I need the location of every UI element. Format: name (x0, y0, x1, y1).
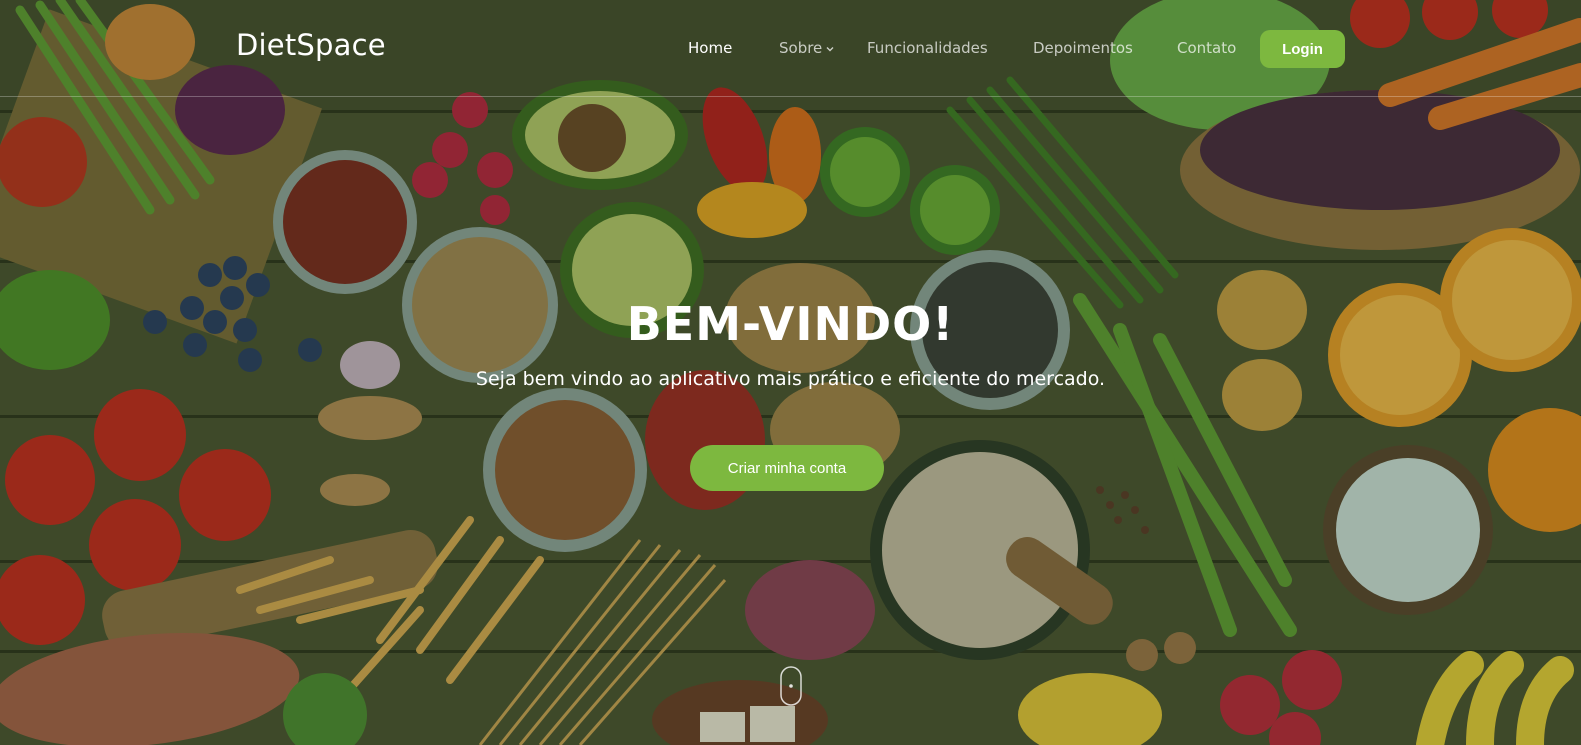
login-button[interactable]: Login (1260, 30, 1345, 68)
hero-subtitle: Seja bem vindo ao aplicativo mais prátic… (475, 368, 1106, 390)
create-account-button[interactable]: Criar minha conta (690, 445, 884, 491)
chevron-down-icon (826, 46, 834, 51)
hero-section: DietSpace Home Sobre Funcionalidades Dep… (0, 0, 1581, 745)
brand-logo[interactable]: DietSpace (236, 28, 386, 62)
nav-item-sobre-label: Sobre (779, 39, 823, 57)
nav-item-depoimentos[interactable]: Depoimentos (1033, 39, 1133, 57)
nav-item-funcionalidades[interactable]: Funcionalidades (867, 39, 988, 57)
hero-title: BEM-VINDO! (626, 297, 955, 351)
top-navbar: DietSpace Home Sobre Funcionalidades Dep… (0, 0, 1581, 97)
mouse-scroll-icon[interactable] (780, 666, 802, 706)
nav-item-contato[interactable]: Contato (1177, 39, 1236, 57)
nav-item-home[interactable]: Home (688, 39, 732, 57)
nav-item-sobre[interactable]: Sobre (779, 39, 835, 57)
